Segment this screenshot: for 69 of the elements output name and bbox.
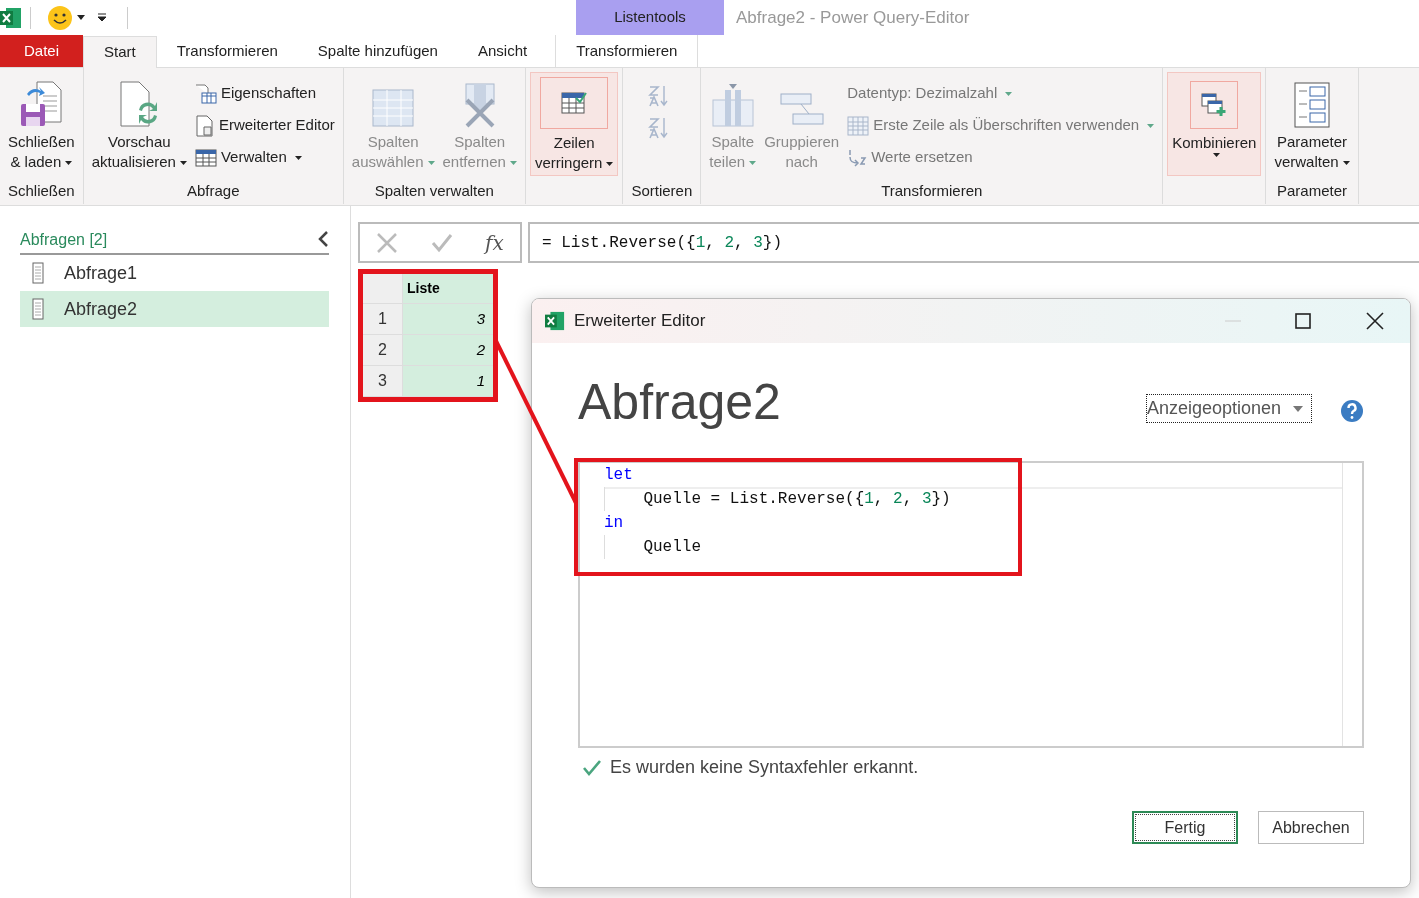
display-options-dropdown[interactable]: Anzeigeoptionen <box>1145 394 1312 423</box>
table-icon <box>32 298 44 320</box>
query-title: Abfrage2 <box>578 373 781 431</box>
contextual-tab-group: Listentools <box>576 0 724 35</box>
ribbon-tab[interactable]: Datei <box>0 35 84 67</box>
ribbon-tab[interactable]: Transformieren <box>156 35 298 67</box>
group-label: Schließen <box>7 181 76 201</box>
code-line: in <box>604 513 625 534</box>
smiley-icon[interactable] <box>47 4 73 31</box>
ribbon-button[interactable]: Schließen & laden <box>4 72 79 176</box>
group-label: Parameter <box>1275 181 1348 201</box>
collapse-icon[interactable] <box>317 230 329 248</box>
group-label: Transformieren <box>880 181 984 201</box>
group-label: Abfrage <box>185 181 241 201</box>
properties-icon <box>194 83 217 104</box>
function-button[interactable]: fx <box>485 227 504 258</box>
table-icon <box>194 148 217 167</box>
query-item[interactable]: Abfrage1 <box>20 255 329 291</box>
ribbon-button[interactable]: Kombinieren <box>1167 72 1262 176</box>
corner-cell[interactable] <box>363 274 403 304</box>
checkmark-icon <box>582 758 602 777</box>
maximize-icon[interactable] <box>1295 313 1311 329</box>
ribbon-tab[interactable]: Ansicht <box>457 35 548 67</box>
combine-tables-icon <box>1190 81 1239 129</box>
ribbon-button[interactable]: Eigenschaften <box>194 80 335 107</box>
document-icon <box>194 114 215 137</box>
column-header[interactable]: Liste <box>403 274 493 304</box>
split-column-icon <box>710 84 755 128</box>
dialog-button[interactable]: Abbrechen <box>1258 811 1364 844</box>
status-message: Es wurden keine Syntaxfehler erkannt. <box>610 756 919 779</box>
group-label: Sortieren <box>630 181 694 201</box>
code-line: Quelle <box>604 535 1342 559</box>
ribbon-button[interactable]: Erweiterter Editor <box>194 112 335 139</box>
spreadsheet-app-icon <box>544 311 566 331</box>
ribbon-button[interactable]: Zeilen verringern <box>529 72 619 176</box>
group-label: Spalten verwalten <box>373 181 495 201</box>
close-icon[interactable] <box>1366 312 1384 330</box>
table-columns-icon <box>371 88 416 128</box>
ribbon-button[interactable]: Verwalten <box>194 144 335 171</box>
ribbon-button[interactable]: Parameter verwalten <box>1270 72 1354 176</box>
parameters-icon <box>1294 82 1330 128</box>
table-cell: 3 <box>403 304 493 335</box>
customize-toolbar-icon[interactable] <box>97 13 107 22</box>
checkmark-icon[interactable] <box>430 232 453 253</box>
group-icon <box>778 92 825 128</box>
dialog-button[interactable]: Fertig <box>1132 811 1238 844</box>
dialog-title: Erweiterter Editor <box>574 310 706 333</box>
row-number: 3 <box>363 366 403 397</box>
help-icon[interactable] <box>1340 399 1364 423</box>
caret-icon <box>1293 405 1303 412</box>
row-number: 2 <box>363 335 403 366</box>
table-cell: 2 <box>403 335 493 366</box>
save-document-icon <box>19 80 64 128</box>
table-cell: 1 <box>403 366 493 397</box>
table-check-icon <box>540 77 609 129</box>
ribbon-tab[interactable]: Start <box>83 36 157 68</box>
formula-bar[interactable]: = List.Reverse({1, 2, 3}) <box>528 222 1419 263</box>
replace-values-icon <box>847 148 868 167</box>
ribbon-tab[interactable]: Spalte hinzufügen <box>297 35 458 67</box>
query-item[interactable]: Abfrage2 <box>20 291 329 327</box>
window-title: Abfrage2 - Power Query-Editor <box>736 6 970 29</box>
caret-icon[interactable] <box>77 15 85 20</box>
ribbon-tab[interactable]: Transformieren <box>555 35 699 67</box>
table-icon <box>32 262 44 284</box>
code-line: Quelle = List.Reverse({1, 2, 3}) <box>604 487 1342 511</box>
row-number: 1 <box>363 304 403 335</box>
table-grid-icon <box>847 115 870 136</box>
ribbon-button[interactable]: Vorschau aktualisieren <box>87 72 191 176</box>
queries-header: Abfragen [2] <box>20 230 108 250</box>
